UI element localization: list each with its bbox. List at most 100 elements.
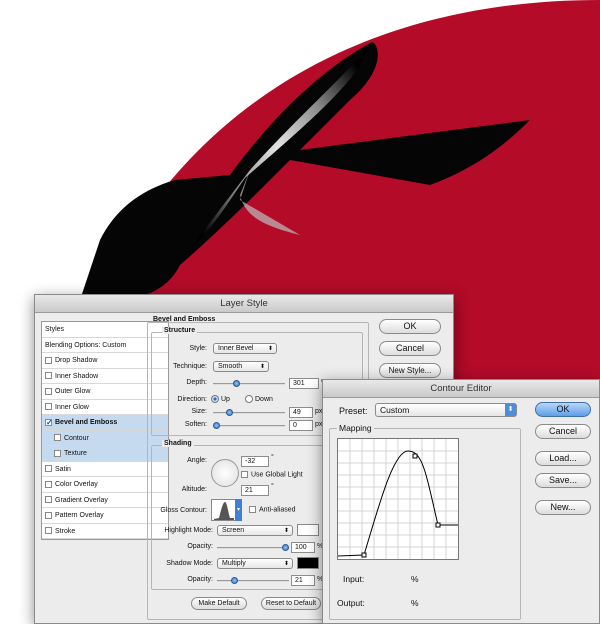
anti-aliased-option[interactable]: Anti-aliased — [249, 506, 296, 513]
direction-down-label: Down — [255, 395, 273, 403]
gloss-contour-curve — [214, 502, 234, 520]
preset-value: Custom — [380, 405, 410, 415]
contour-curve — [337, 439, 458, 559]
direction-label: Direction: — [177, 396, 207, 403]
shadow-mode-popup[interactable]: Multiply ⬍ — [217, 558, 293, 569]
size-field[interactable]: 49 — [289, 407, 313, 418]
input-unit: % — [411, 574, 419, 584]
style-item-checkbox[interactable]: ✓ — [45, 418, 53, 426]
technique-value: Smooth — [218, 363, 243, 370]
gloss-contour-dropdown[interactable]: ▾ — [235, 499, 242, 521]
highlight-opacity-label: Opacity: — [187, 543, 213, 550]
depth-field[interactable]: 301 — [289, 378, 319, 389]
popup-arrows-icon: ⬍ — [283, 561, 289, 567]
style-item-label: Stroke — [55, 527, 76, 535]
soften-slider-knob[interactable] — [213, 422, 220, 429]
size-slider[interactable] — [213, 409, 285, 416]
style-item-checkbox[interactable] — [45, 465, 52, 473]
style-item-checkbox[interactable] — [45, 356, 52, 364]
load-button[interactable]: Load... — [535, 451, 591, 466]
style-item-label: Pattern Overlay — [55, 512, 104, 519]
gloss-contour-thumbnail[interactable] — [211, 499, 237, 521]
highlight-color-swatch[interactable] — [297, 524, 319, 536]
reset-to-default-button[interactable]: Reset to Default — [261, 597, 321, 610]
global-light-option[interactable]: Use Global Light — [241, 471, 303, 478]
angle-field[interactable]: -32 — [241, 456, 269, 467]
highlight-opacity-field[interactable]: 100 — [291, 542, 315, 553]
make-default-button[interactable]: Make Default — [191, 597, 247, 610]
layer-style-title: Layer Style — [35, 295, 453, 313]
style-item-label: Drop Shadow — [55, 357, 98, 364]
style-item-label: Color Overlay — [55, 481, 98, 488]
contour-graph[interactable] — [337, 438, 459, 560]
layer-style-ok-button[interactable]: OK — [379, 319, 441, 334]
direction-down-radio[interactable] — [245, 395, 253, 403]
shadow-color-swatch[interactable] — [297, 557, 319, 569]
contour-editor-dialog: Contour Editor Preset: Custom ⬍ Mapping I… — [322, 379, 600, 624]
altitude-unit: ° — [271, 483, 274, 490]
contour-editor-title: Contour Editor — [323, 380, 599, 398]
style-popup[interactable]: Inner Bevel ⬍ — [213, 343, 277, 354]
style-item-checkbox[interactable] — [45, 527, 52, 535]
style-item-checkbox[interactable] — [45, 511, 52, 519]
depth-slider[interactable] — [213, 380, 285, 387]
new-button[interactable]: New... — [535, 500, 591, 515]
shading-title: Shading — [162, 440, 194, 447]
shadow-opacity-field[interactable]: 21 — [291, 575, 315, 586]
style-item-checkbox[interactable] — [45, 403, 52, 411]
direction-up-label: Up — [221, 395, 230, 403]
preset-label: Preset: — [339, 406, 368, 416]
style-item-label: Inner Glow — [55, 403, 89, 411]
style-item-checkbox[interactable] — [45, 372, 52, 380]
size-label: Size: — [191, 408, 207, 415]
preset-popup[interactable]: Custom ⬍ — [375, 403, 517, 417]
angle-label: Angle: — [187, 457, 207, 464]
direction-up-radio[interactable] — [211, 395, 219, 403]
soften-slider[interactable] — [213, 422, 285, 429]
contour-ok-button[interactable]: OK — [535, 402, 591, 417]
style-value: Inner Bevel — [218, 345, 254, 352]
output-label: Output: — [337, 598, 365, 608]
style-item-checkbox[interactable] — [45, 496, 52, 504]
contour-cancel-button[interactable]: Cancel — [535, 424, 591, 439]
style-item-label: Gradient Overlay — [55, 496, 108, 504]
highlight-mode-popup[interactable]: Screen ⬍ — [217, 525, 293, 536]
highlight-opacity-slider[interactable] — [217, 544, 289, 551]
style-item-label: Texture — [64, 450, 87, 457]
style-item-label: Bevel and Emboss — [55, 419, 118, 426]
soften-label: Soften: — [184, 421, 207, 428]
soften-field[interactable]: 0 — [289, 420, 313, 431]
popup-arrows-icon: ⬍ — [505, 404, 516, 416]
layer-style-cancel-button[interactable]: Cancel — [379, 341, 441, 356]
save-button[interactable]: Save... — [535, 473, 591, 488]
technique-popup[interactable]: Smooth ⬍ — [213, 361, 269, 372]
global-light-checkbox[interactable] — [241, 471, 248, 478]
angle-dial[interactable] — [211, 459, 239, 487]
structure-title: Structure — [162, 327, 198, 334]
highlight-mode-value: Screen — [222, 527, 245, 534]
size-slider-knob[interactable] — [226, 409, 233, 416]
global-light-label: Use Global Light — [251, 471, 303, 479]
altitude-field[interactable]: 21 — [241, 485, 269, 496]
new-style-button[interactable]: New Style... — [379, 363, 441, 378]
style-item-label: Outer Glow — [55, 388, 91, 395]
direction-down-option[interactable]: Down — [245, 395, 273, 403]
output-unit: % — [411, 598, 419, 608]
style-item-checkbox[interactable] — [45, 387, 52, 395]
depth-slider-knob[interactable] — [232, 380, 240, 387]
direction-up-option[interactable]: Up — [211, 395, 230, 403]
popup-arrows-icon: ⬍ — [283, 528, 289, 534]
shadow-opacity-slider[interactable] — [217, 577, 289, 584]
artwork-canvas: Layer Style Styles Blending Options: Cus… — [0, 0, 600, 624]
shadow-mode-value: Multiply — [222, 560, 246, 567]
style-item-checkbox[interactable] — [54, 434, 61, 442]
highlight-opacity-knob[interactable] — [282, 544, 289, 551]
style-item-checkbox[interactable] — [45, 480, 52, 488]
shadow-opacity-knob[interactable] — [230, 577, 238, 584]
style-item-label: Satin — [55, 465, 71, 473]
anti-aliased-checkbox[interactable] — [249, 506, 256, 513]
depth-label: Depth: — [186, 379, 207, 386]
style-item-label: Inner Shadow — [55, 372, 99, 380]
popup-arrows-icon: ⬍ — [259, 364, 265, 370]
style-item-checkbox[interactable] — [54, 449, 61, 457]
